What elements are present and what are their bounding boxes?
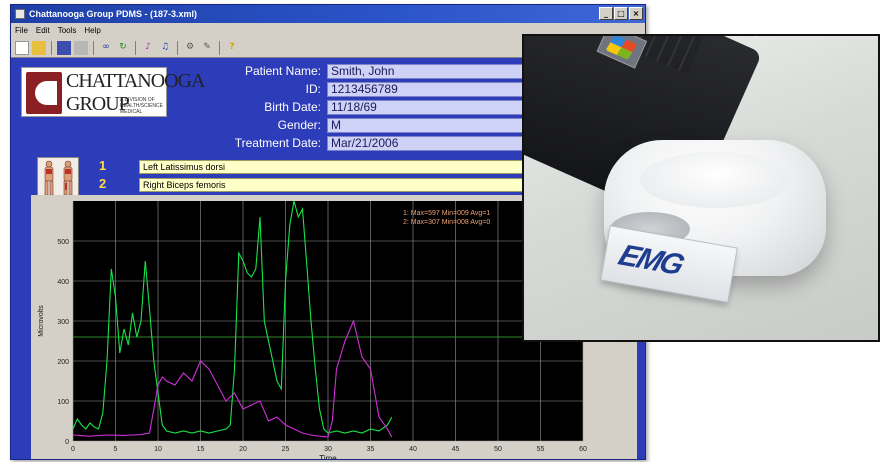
maximize-button[interactable]: □ — [614, 7, 628, 20]
logo-word-1: CHATTANOOGA — [66, 70, 206, 92]
save-icon[interactable] — [57, 40, 71, 55]
title-bar[interactable]: Chattanooga Group PDMS - (187-3.xml) _ □… — [11, 5, 645, 23]
record-icon[interactable]: ♪ — [141, 41, 155, 55]
patient-name-label: Patient Name: — [244, 64, 321, 78]
logo-mark-icon — [26, 72, 62, 114]
y-tick-label: 500 — [57, 239, 69, 246]
muscle-2-field[interactable]: Right Biceps femoris — [139, 178, 539, 192]
y-axis-label: Microvolts — [38, 305, 45, 337]
x-tick-label: 5 — [114, 446, 118, 453]
toolbar-separator — [93, 40, 94, 55]
print-icon[interactable] — [74, 40, 88, 55]
connect-icon[interactable]: ∞ — [99, 41, 113, 55]
close-button[interactable]: × — [629, 7, 643, 20]
window-title: Chattanooga Group PDMS - (187-3.xml) — [29, 9, 198, 19]
y-tick-label: 0 — [65, 439, 69, 446]
x-tick-label: 35 — [367, 446, 375, 453]
y-tick-label: 300 — [57, 319, 69, 326]
x-tick-label: 10 — [154, 446, 162, 453]
birth-date-label: Birth Date: — [264, 100, 321, 114]
y-tick-label: 100 — [57, 399, 69, 406]
menu-help[interactable]: Help — [84, 26, 100, 35]
x-tick-label: 20 — [239, 446, 247, 453]
app-icon — [15, 9, 25, 19]
y-tick-label: 200 — [57, 359, 69, 366]
stage: Chattanooga Group PDMS - (187-3.xml) _ □… — [0, 0, 885, 462]
legend-entry-1: 1: Max=597 Min=009 Avg=1 — [403, 210, 490, 217]
x-tick-label: 0 — [71, 446, 75, 453]
new-file-icon[interactable] — [15, 40, 29, 55]
help-icon[interactable]: ? — [225, 41, 239, 55]
y-tick-label: 400 — [57, 279, 69, 286]
menu-file[interactable]: File — [15, 26, 28, 35]
x-tick-label: 30 — [324, 446, 332, 453]
reader-top-surface — [640, 152, 790, 208]
patient-id-label: ID: — [305, 82, 321, 96]
toolbar-separator — [135, 40, 136, 55]
settings-icon[interactable]: ⚙ — [183, 41, 197, 55]
toolbar-separator — [177, 40, 178, 55]
menu-tools[interactable]: Tools — [58, 26, 77, 35]
treatment-date-label: Treatment Date: — [234, 136, 321, 150]
legend-entry-2: 2: Max=307 Min=008 Avg=0 — [403, 219, 490, 226]
gender-label: Gender: — [277, 118, 321, 132]
toolbar-separator — [219, 40, 220, 55]
x-tick-label: 45 — [452, 446, 460, 453]
open-folder-icon[interactable] — [32, 40, 46, 55]
x-tick-label: 40 — [409, 446, 417, 453]
playback-icon[interactable]: ♫ — [158, 41, 172, 55]
toolbar-separator — [51, 40, 52, 55]
muscle-1-number: 1 — [99, 158, 107, 173]
logo-tagline: A DIVISION OF HEALTH/SCIENCE MEDICAL — [120, 97, 163, 115]
muscle-body-icon[interactable] — [37, 157, 79, 197]
x-tick-label: 25 — [282, 446, 290, 453]
muscle-1-field[interactable]: Left Latissimus dorsi — [139, 160, 539, 174]
company-logo: CHATTANOOGA GROUP A DIVISION OF HEALTH/S… — [21, 67, 206, 117]
emg-reader-photo: EMG — [522, 34, 880, 342]
minimize-button[interactable]: _ — [599, 7, 613, 20]
menu-edit[interactable]: Edit — [36, 26, 50, 35]
x-tick-label: 55 — [537, 446, 545, 453]
emg-card-text: EMG — [614, 239, 688, 282]
x-tick-label: 50 — [494, 446, 502, 453]
x-tick-label: 15 — [197, 446, 205, 453]
windows-badge-icon — [596, 36, 648, 69]
tools-icon[interactable]: ✎ — [200, 41, 214, 55]
x-axis-label: Time — [319, 454, 337, 460]
windows-flag-icon — [605, 36, 638, 60]
muscle-2-number: 2 — [99, 176, 107, 191]
refresh-icon[interactable]: ↻ — [116, 41, 130, 55]
window-controls: _ □ × — [599, 7, 643, 20]
x-tick-label: 60 — [579, 446, 587, 453]
